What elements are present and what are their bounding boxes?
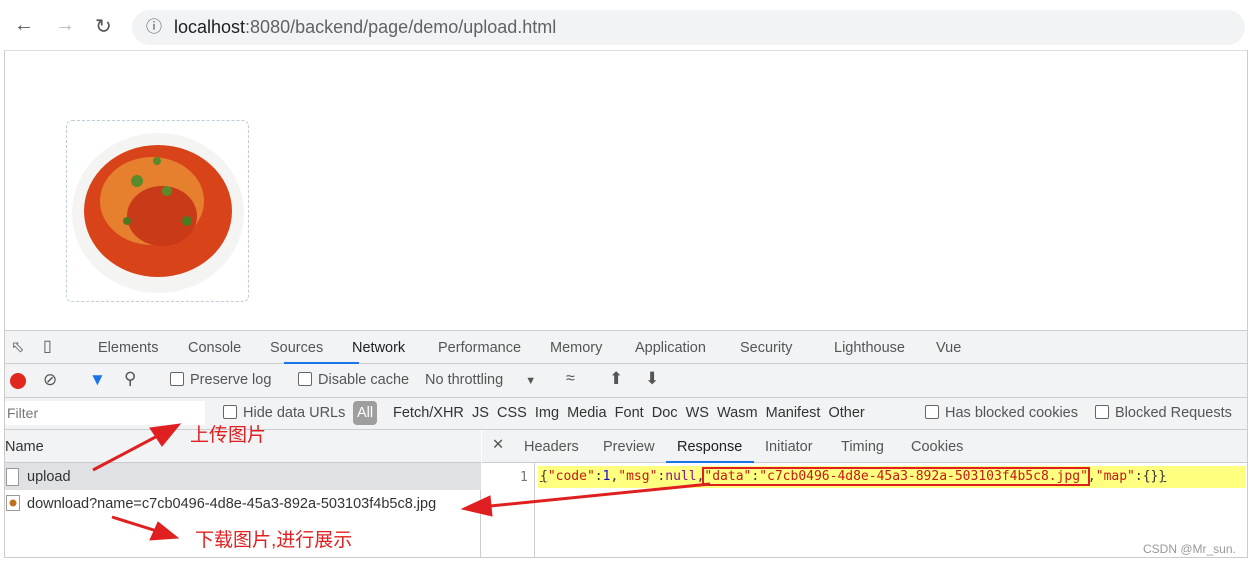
download-annotation: 下载图片,进行展示 <box>195 530 353 551</box>
arrow-to-download <box>479 482 711 509</box>
arrowhead <box>460 495 493 517</box>
arrow-to-label <box>111 515 161 534</box>
arrowhead <box>149 423 182 447</box>
upload-annotation: 上传图片 <box>190 425 267 446</box>
arrow-to-upload <box>92 430 166 472</box>
arrowhead <box>149 521 180 541</box>
annotation-arrows <box>92 423 711 541</box>
